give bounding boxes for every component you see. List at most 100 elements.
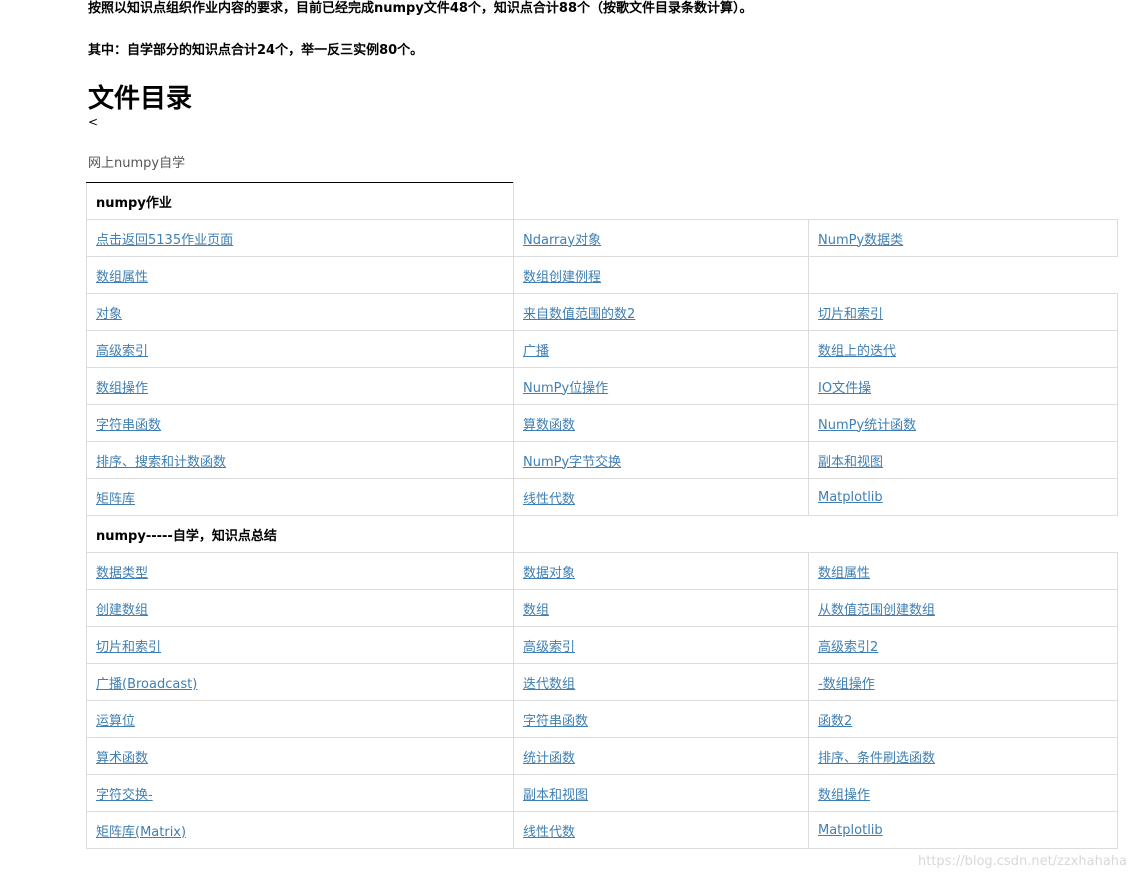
directory-link[interactable]: 数据类型 [96,566,148,581]
directory-link[interactable]: 点击返回5135作业页面 [96,233,233,248]
table-cell: 字符串函数 [513,700,809,738]
table-cell: NumPy数据类 [808,219,1118,257]
table-cell: 算术函数 [86,737,514,775]
table-cell: 来自数值范围的数2 [513,293,809,331]
directory-link[interactable]: 字符串函数 [523,714,588,729]
table-cell: 字符串函数 [86,404,514,442]
directory-link[interactable]: 矩阵库 [96,492,135,507]
directory-link[interactable]: NumPy数据类 [818,233,903,248]
table-cell: 切片和索引 [86,626,514,664]
directory-link[interactable]: 数组上的迭代 [818,344,896,359]
table-cell: NumPy统计函数 [808,404,1118,442]
table-cell: NumPy字节交换 [513,441,809,479]
table-row: 字符交换- 副本和视图 数组操作 [86,774,1118,812]
table-row: 排序、搜索和计数函数 NumPy字节交换 副本和视图 [86,441,1118,479]
directory-link[interactable]: 来自数值范围的数2 [523,307,635,322]
table-cell: Matplotlib [808,478,1118,516]
directory-link[interactable]: 运算位 [96,714,135,729]
directory-link[interactable]: 切片和索引 [96,640,161,655]
table-cell: 副本和视图 [808,441,1118,479]
directory-link[interactable]: -数组操作 [818,677,875,692]
table-cell: 广播 [513,330,809,368]
table-row: 矩阵库 线性代数 Matplotlib [86,478,1118,516]
directory-link[interactable]: IO文件操 [818,381,871,396]
directory-link[interactable]: 排序、条件刷选函数 [818,751,935,766]
table-cell: 对象 [86,293,514,331]
table-cell: 高级索引2 [808,626,1118,664]
table-cell: 切片和索引 [808,293,1118,331]
directory-link[interactable]: 字符交换- [96,788,153,803]
directory-link[interactable]: 广播 [523,344,549,359]
directory-link[interactable]: 副本和视图 [818,455,883,470]
directory-link[interactable]: 数组属性 [96,270,148,285]
directory-table: numpy作业 点击返回5135作业页面 Ndarray对象 NumPy数据类 数组属性… [86,182,1118,849]
page-title: 文件目录 [88,84,193,114]
section-header-blank [513,182,1118,220]
table-cell: 线性代数 [513,478,809,516]
table-cell: 矩阵库 [86,478,514,516]
directory-link[interactable]: 从数值范围创建数组 [818,603,935,618]
table-cell: 数组属性 [808,552,1118,590]
directory-link[interactable]: 副本和视图 [523,788,588,803]
section-heading: numpy-----自学，知识点总结 [86,515,514,553]
directory-link[interactable]: 排序、搜索和计数函数 [96,455,226,470]
directory-link[interactable]: 对象 [96,307,122,322]
directory-link[interactable]: NumPy字节交换 [523,455,621,470]
table-cell: 高级索引 [86,330,514,368]
directory-link[interactable]: 创建数组 [96,603,148,618]
table-cell: 算数函数 [513,404,809,442]
directory-link[interactable]: 数组属性 [818,566,870,581]
watermark: https://blog.csdn.net/zzxhahaha [917,854,1127,869]
table-cell: 点击返回5135作业页面 [86,219,514,257]
directory-link[interactable]: 切片和索引 [818,307,883,322]
table-cell: NumPy位操作 [513,367,809,405]
directory-link[interactable]: NumPy位操作 [523,381,608,396]
table-cell: 创建数组 [86,589,514,627]
directory-link[interactable]: 字符串函数 [96,418,161,433]
directory-link[interactable]: Matplotlib [818,823,883,838]
directory-link[interactable]: 数组操作 [818,788,870,803]
table-cell: 数组属性 [86,256,514,294]
directory-link[interactable]: Matplotlib [818,490,883,505]
table-row: 数组属性 数组创建例程 [86,256,1118,294]
directory-link[interactable]: 数据对象 [523,566,575,581]
directory-link[interactable]: 高级索引 [523,640,575,655]
table-cell: 迭代数组 [513,663,809,701]
table-cell: -数组操作 [808,663,1118,701]
directory-link[interactable]: Ndarray对象 [523,233,601,248]
table-cell: 从数值范围创建数组 [808,589,1118,627]
directory-link[interactable]: 线性代数 [523,825,575,840]
table-cell: 数组 [513,589,809,627]
table-cell: 数组操作 [86,367,514,405]
directory-link[interactable]: 线性代数 [523,492,575,507]
table-cell: 数组上的迭代 [808,330,1118,368]
directory-link[interactable]: NumPy统计函数 [818,418,916,433]
table-cell: 字符交换- [86,774,514,812]
table-cell: 数据类型 [86,552,514,590]
table-row: 矩阵库(Matrix) 线性代数 Matplotlib [86,811,1118,849]
directory-link[interactable]: 数组创建例程 [523,270,601,285]
table-cell: 排序、条件刷选函数 [808,737,1118,775]
directory-link[interactable]: 高级索引 [96,344,148,359]
directory-link[interactable]: 数组 [523,603,549,618]
directory-link[interactable]: 矩阵库(Matrix) [96,825,186,840]
directory-link[interactable]: 迭代数组 [523,677,575,692]
directory-link[interactable]: 函数2 [818,714,852,729]
table-cell: 广播(Broadcast) [86,663,514,701]
table-row: 切片和索引 高级索引 高级索引2 [86,626,1118,664]
table-row: 算术函数 统计函数 排序、条件刷选函数 [86,737,1118,775]
intro-detail: 其中：自学部分的知识点合计24个，举一反三实例80个。 [88,43,424,58]
table-row: 字符串函数 算数函数 NumPy统计函数 [86,404,1118,442]
table-cell: 副本和视图 [513,774,809,812]
section-subtitle: 网上numpy自学 [88,156,186,171]
directory-link[interactable]: 算数函数 [523,418,575,433]
directory-link[interactable]: 算术函数 [96,751,148,766]
table-cell: 排序、搜索和计数函数 [86,441,514,479]
table-row: 数据类型 数据对象 数组属性 [86,552,1118,590]
table-cell: Matplotlib [808,811,1118,849]
directory-link[interactable]: 数组操作 [96,381,148,396]
directory-link[interactable]: 统计函数 [523,751,575,766]
directory-link[interactable]: 广播(Broadcast) [96,677,197,692]
directory-link[interactable]: 高级索引2 [818,640,878,655]
table-cell: 数据对象 [513,552,809,590]
